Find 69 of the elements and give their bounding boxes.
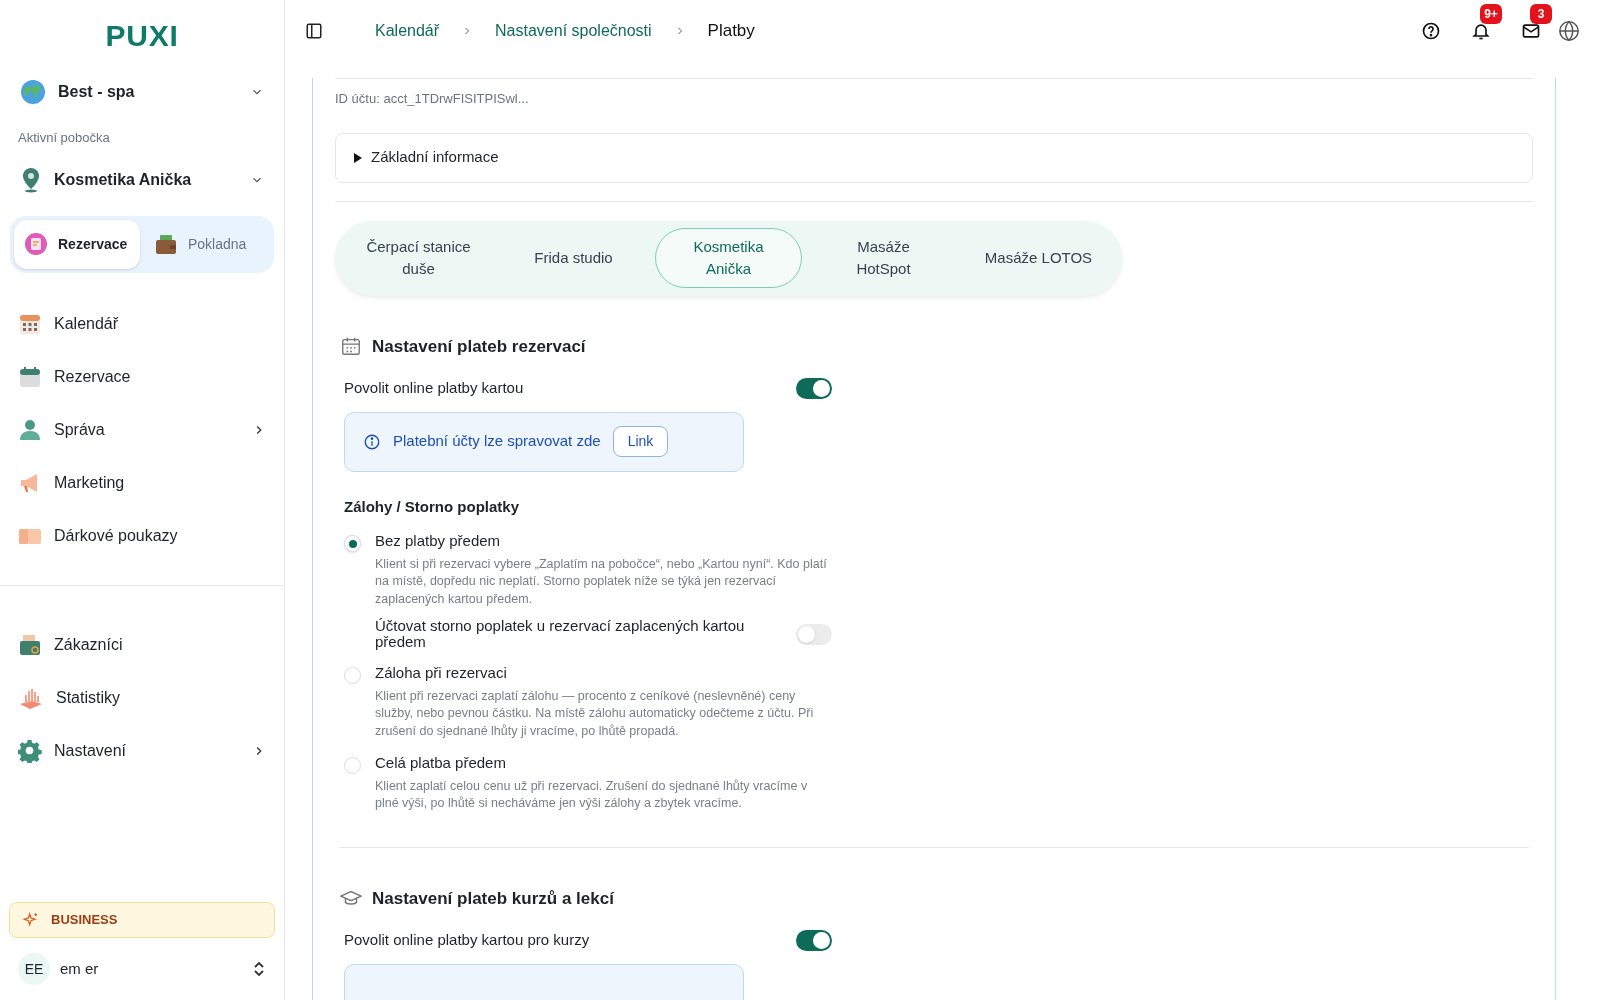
branch-tab[interactable]: Čerpací stanice duše (345, 228, 492, 288)
sidebar-icon (305, 22, 323, 40)
account-id: ID účtu: acct_1TDrwFISITPISwl... (335, 90, 530, 108)
help-button[interactable] (1420, 20, 1442, 42)
breadcrumb-link[interactable]: Kalendář (375, 19, 440, 43)
nav-item[interactable]: Statistiky (0, 671, 284, 725)
toggle-label: Povolit online platby kartou pro kurzy (344, 930, 590, 950)
person-icon (18, 418, 42, 442)
user-menu[interactable]: EE em er (10, 947, 274, 991)
notepad-icon (24, 232, 48, 256)
language-button[interactable] (1558, 20, 1580, 42)
branch-tab[interactable]: Kosmetika Anička (655, 228, 802, 288)
plan-name: BUSINESS (51, 911, 118, 930)
bell-icon (1471, 21, 1491, 41)
company-selector[interactable]: Best - spa (10, 70, 274, 114)
gear-icon (18, 739, 42, 763)
location-pin-icon (20, 166, 42, 193)
group-title: Zálohy / Storno poplatky (344, 496, 520, 517)
help-icon (1421, 21, 1441, 41)
option-label: Bez platby předem (375, 531, 502, 551)
message-count: 3 (1530, 4, 1552, 24)
sparkle-icon (23, 912, 39, 928)
breadcrumb-link[interactable]: Nastavení společnosti (495, 19, 652, 43)
bar-chart-icon (18, 686, 44, 710)
sidebar-toggle-button[interactable] (305, 22, 323, 40)
calendar-icon (340, 335, 362, 358)
option-description: Klient při rezervaci zaplatí zálohu — procento z ceníkové (neslevněné) ceny služby, nebo pevnou částku. Na místě zálohu automaticky odečteme z účtu. Při zrušení do sjednané lhůty ji vracíme, po lhůtě propadá. (375, 687, 815, 740)
link-button[interactable]: Link (612, 426, 669, 457)
nav-item[interactable]: Nastavení (0, 724, 284, 778)
nav-item[interactable]: Kalendář (0, 297, 284, 351)
calendar-icon (18, 312, 42, 336)
logo: PUXI (105, 17, 179, 54)
toggle-label: Účtovat storno poplatek u rezervací zaplacených kartou předem (375, 618, 746, 650)
breadcrumb-current: Platby (707, 20, 755, 43)
toggle-label: Povolit online platby kartou (344, 378, 524, 398)
info-icon (363, 432, 381, 451)
globe-icon (20, 79, 46, 105)
option-label: Záloha při rezervaci (375, 663, 508, 683)
details-toggle[interactable]: Základní informace (335, 132, 1533, 183)
branch-selector[interactable]: Kosmetika Anička (10, 157, 274, 202)
folder-icon (18, 633, 42, 657)
branch-tab[interactable]: Masáže HotSpot (810, 228, 957, 288)
nav-item[interactable]: Správa (0, 403, 284, 457)
up-down-chevron-icon (252, 961, 266, 977)
branch-tab[interactable]: Frida studio (500, 228, 647, 288)
nav-item[interactable]: Rezervace (0, 350, 284, 404)
toggle-switch[interactable] (796, 929, 832, 951)
branch-label: Aktivní pobočka (18, 129, 111, 147)
option-label: Celá platba předem (375, 753, 507, 773)
mode-tab[interactable]: Rezervace (14, 219, 140, 269)
section-title: Nastavení plateb rezervací (372, 335, 586, 358)
mode-tab[interactable]: Pokladna (144, 219, 270, 269)
toggle-switch[interactable] (796, 377, 832, 399)
notification-count: 9+ (1480, 4, 1502, 24)
branch-tab[interactable]: Masáže LOTOS (965, 228, 1112, 288)
wallet-icon (154, 232, 178, 256)
toggle-switch[interactable] (796, 623, 832, 645)
mail-icon (1521, 21, 1541, 41)
globe-icon (1558, 20, 1580, 42)
calendar-icon (18, 365, 42, 389)
triangle-icon (353, 152, 363, 163)
avatar: EE (18, 953, 50, 985)
nav-item[interactable]: Dárkové poukazy (0, 509, 284, 563)
nav-item[interactable]: Marketing (0, 456, 284, 510)
info-text: Platební účty lze spravovat zde (393, 431, 601, 452)
nav-item[interactable]: Zákazníci (0, 618, 284, 672)
option-description: Klient zaplatí celou cenu už při rezervaci. Zrušení do sjednané lhůty vracíme v plné výši, po lhůtě si necháváme jen výši zálohy a zbytek vracíme. (375, 777, 809, 812)
option-description: Klient si při rezervaci vybere „Zaplatím na pobočce“, nebo „Kartou nyní“. Kdo platí na místě, dopředu nic neplatí. Storno poplatek níže se týká jen rezervací zaplacených kartou předem. (375, 555, 828, 608)
section-title: Nastavení plateb kurzů a lekcí (372, 887, 614, 910)
